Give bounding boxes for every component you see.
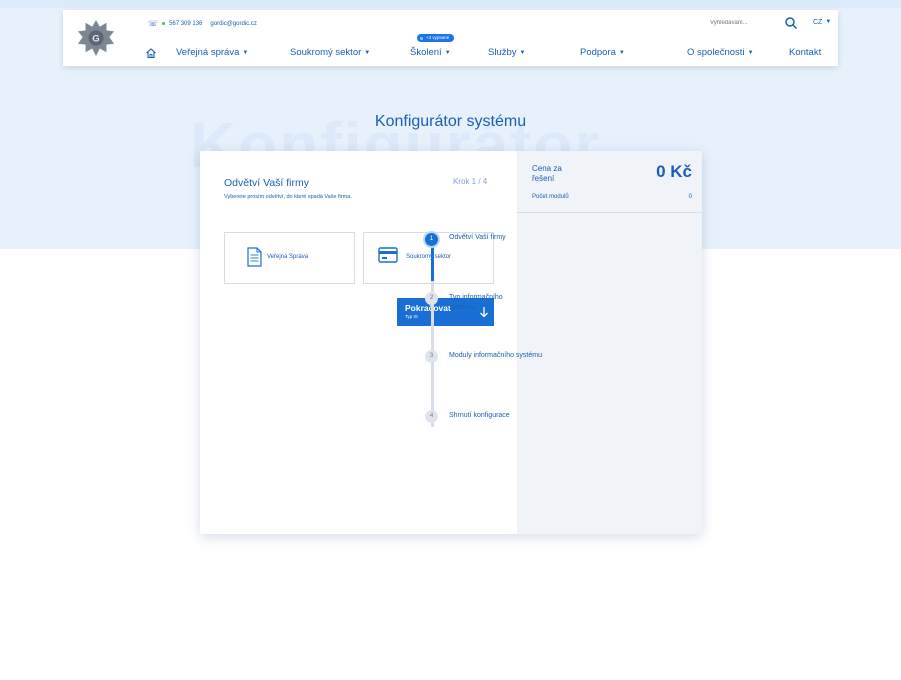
- summary-divider: [517, 212, 702, 213]
- nav-item-skoleni[interactable]: Školení ▼: [410, 44, 451, 62]
- option-verejna-sprava[interactable]: Veřejná Správa: [224, 232, 355, 284]
- home-icon[interactable]: [145, 47, 157, 59]
- step-label-4[interactable]: Shrnutí konfigurace: [449, 411, 555, 421]
- phone-icon: ☏: [148, 19, 159, 28]
- nav-label: Školení: [410, 47, 442, 58]
- svg-text:G: G: [92, 33, 99, 44]
- modules-count-value: 0: [688, 194, 692, 200]
- nav-item-o-spolecnosti[interactable]: O společnosti ▼: [687, 44, 754, 62]
- option-label: Soukromý sektor: [406, 254, 452, 260]
- nav-label: Veřejná správa: [176, 47, 240, 58]
- search-input[interactable]: [706, 16, 774, 30]
- step-node-3[interactable]: 3: [425, 350, 438, 363]
- step-label-3[interactable]: Moduly informačního systému: [449, 351, 569, 361]
- option-label: Veřejná Správa: [267, 254, 309, 260]
- nav-label: Kontakt: [789, 47, 822, 58]
- nav-item-soukromy-sektor[interactable]: Soukromý sektor ▼: [290, 44, 370, 62]
- step-node-4[interactable]: 4: [425, 410, 438, 423]
- chevron-down-icon: ▼: [242, 50, 249, 56]
- site-header: G ☏ 567 309 136 gordic@gordic.cz CZ▼ +3 …: [63, 10, 838, 66]
- nav-label: Soukromý sektor: [290, 47, 362, 58]
- chevron-down-icon: ▼: [825, 19, 832, 25]
- page-title: Konfigurátor systému: [374, 113, 527, 130]
- step-label-2[interactable]: Typ informačního systému: [449, 293, 527, 313]
- continue-button-sublabel: Typ IS: [405, 314, 418, 319]
- chevron-down-icon: ▼: [618, 50, 625, 56]
- search-icon[interactable]: [784, 16, 798, 30]
- main-nav: Veřejná správa ▼ Soukromý sektor ▼ Školení…: [63, 44, 838, 62]
- badge-label: +3 vypsané: [426, 35, 450, 40]
- nav-item-kontakt[interactable]: Kontakt: [789, 44, 821, 62]
- nav-item-verejna-sprava[interactable]: Veřejná správa ▼: [176, 44, 248, 62]
- chevron-down-icon: ▼: [364, 50, 371, 56]
- step-node-2[interactable]: 2: [425, 292, 438, 305]
- step-label-1[interactable]: Odvětví Vaší firmy: [449, 233, 555, 243]
- hero-top-band: [0, 0, 901, 8]
- nav-label: Podpora: [580, 47, 616, 58]
- chevron-down-icon: ▼: [444, 50, 451, 56]
- nav-label: O společnosti: [687, 47, 745, 58]
- contact-phone[interactable]: 567 309 136: [169, 21, 202, 27]
- chevron-down-icon: ▼: [519, 50, 526, 56]
- step-node-1[interactable]: 1: [423, 231, 440, 248]
- continue-button-label: Pokračovat: [405, 303, 451, 313]
- chevron-down-icon: ▼: [747, 50, 754, 56]
- configurator-step-panel: Odvětví Vaší firmy Vyberete prosím odvět…: [200, 151, 517, 534]
- document-icon: [247, 247, 262, 267]
- language-label: CZ: [813, 19, 823, 26]
- badge-dot: [420, 36, 423, 40]
- nav-item-sluzby[interactable]: Služby ▼: [488, 44, 525, 62]
- modules-count-label: Počet modulů: [532, 194, 569, 200]
- contact-email[interactable]: gordic@gordic.cz: [210, 21, 256, 27]
- contact-info: ☏ 567 309 136 gordic@gordic.cz: [148, 19, 257, 28]
- configurator-card: Odvětví Vaší firmy Vyberete prosím odvět…: [200, 151, 702, 534]
- training-badge[interactable]: +3 vypsané: [417, 34, 455, 42]
- language-selector[interactable]: CZ ▼: [813, 19, 831, 26]
- online-indicator: [162, 22, 166, 25]
- nav-item-podpora[interactable]: Podpora ▼: [580, 44, 625, 62]
- price-value: 0 Kč: [656, 162, 692, 181]
- price-label: Cena za řešení: [532, 164, 562, 183]
- nav-label: Služby: [488, 47, 517, 58]
- card-icon: [378, 247, 398, 263]
- step-counter: Krok 1 / 4: [453, 177, 488, 186]
- step-heading: Odvětví Vaší firmy: [224, 177, 309, 189]
- progress-track-active: [431, 246, 434, 281]
- summary-panel: Cena za řešení 0 Kč Počet modulů 0: [517, 151, 702, 534]
- step-subtitle: Vyberete prosím odvětví, do které spadá …: [224, 194, 352, 200]
